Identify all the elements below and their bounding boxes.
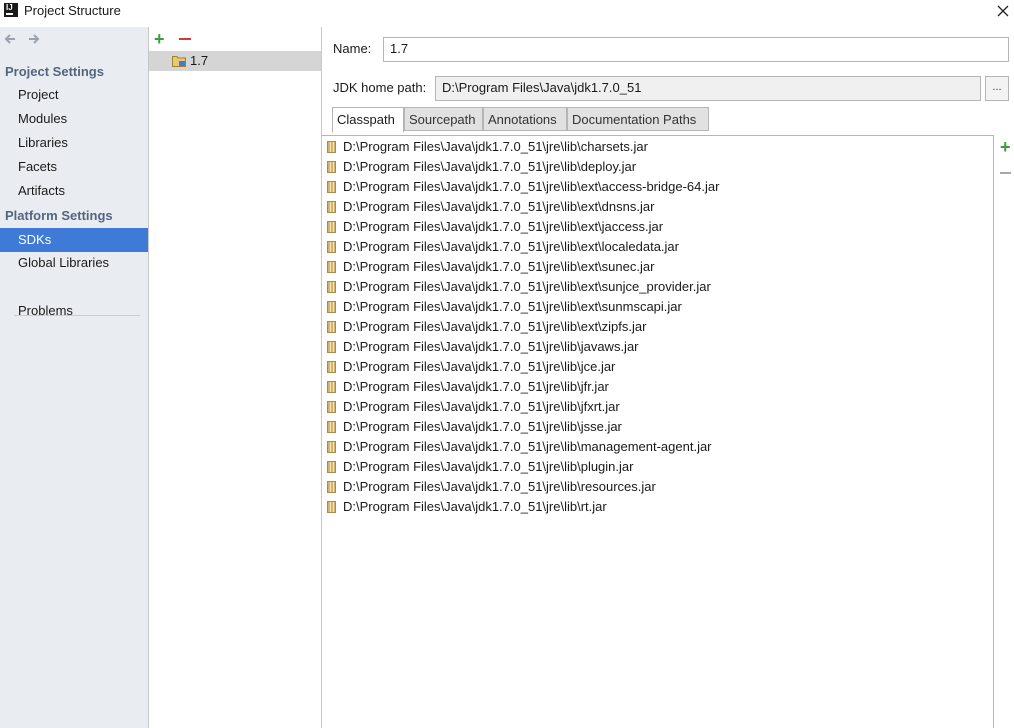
plus-icon: + bbox=[154, 29, 165, 49]
nav-item-sdks[interactable]: SDKs bbox=[0, 228, 148, 252]
classpath-entry-path: D:\Program Files\Java\jdk1.7.0_51\jre\li… bbox=[343, 159, 637, 174]
jdk-home-path-field[interactable]: D:\Program Files\Java\jdk1.7.0_51 bbox=[435, 76, 981, 101]
classpath-entry[interactable]: D:\Program Files\Java\jdk1.7.0_51\jre\li… bbox=[322, 317, 982, 337]
close-icon bbox=[997, 5, 1009, 17]
nav-item-modules[interactable]: Modules bbox=[0, 107, 148, 131]
classpath-entry-path: D:\Program Files\Java\jdk1.7.0_51\jre\li… bbox=[343, 259, 655, 274]
nav-arrows bbox=[0, 32, 60, 52]
classpath-entry-path: D:\Program Files\Java\jdk1.7.0_51\jre\li… bbox=[343, 199, 655, 214]
classpath-entry-path: D:\Program Files\Java\jdk1.7.0_51\jre\li… bbox=[343, 239, 679, 254]
jar-icon bbox=[327, 421, 336, 433]
nav-item-libraries[interactable]: Libraries bbox=[0, 131, 148, 155]
jar-icon bbox=[327, 241, 336, 253]
jar-icon bbox=[327, 341, 336, 353]
back-arrow-icon[interactable] bbox=[3, 32, 17, 49]
nav-item-global-libraries[interactable]: Global Libraries bbox=[0, 251, 148, 275]
tab-sourcepath[interactable]: Sourcepath bbox=[404, 107, 483, 131]
nav-item-project[interactable]: Project bbox=[0, 83, 148, 107]
classpath-entry[interactable]: D:\Program Files\Java\jdk1.7.0_51\jre\li… bbox=[322, 137, 982, 157]
jar-icon bbox=[327, 181, 336, 193]
jdk-folder-icon bbox=[172, 56, 186, 67]
remove-classpath-button[interactable] bbox=[1000, 172, 1011, 174]
add-classpath-button[interactable]: + bbox=[1000, 138, 1011, 156]
jar-icon bbox=[327, 201, 336, 213]
tab-annotations[interactable]: Annotations bbox=[483, 107, 567, 131]
sdk-list-item-label: 1.7 bbox=[190, 53, 209, 68]
jar-icon bbox=[327, 501, 336, 513]
sdk-name-field[interactable]: 1.7 bbox=[383, 37, 1009, 62]
sdk-list-panel: + 1.7 bbox=[148, 27, 322, 728]
name-label: Name: bbox=[333, 41, 372, 56]
classpath-entry-path: D:\Program Files\Java\jdk1.7.0_51\jre\li… bbox=[343, 299, 682, 314]
browse-button[interactable]: ... bbox=[985, 76, 1009, 101]
jar-icon bbox=[327, 261, 336, 273]
classpath-side-toolbar: + bbox=[994, 135, 1014, 728]
jar-icon bbox=[327, 281, 336, 293]
classpath-entry[interactable]: D:\Program Files\Java\jdk1.7.0_51\jre\li… bbox=[322, 457, 982, 477]
classpath-entry[interactable]: D:\Program Files\Java\jdk1.7.0_51\jre\li… bbox=[322, 337, 982, 357]
classpath-entry-path: D:\Program Files\Java\jdk1.7.0_51\jre\li… bbox=[343, 339, 639, 354]
classpath-entry-path: D:\Program Files\Java\jdk1.7.0_51\jre\li… bbox=[343, 379, 609, 394]
classpath-entry[interactable]: D:\Program Files\Java\jdk1.7.0_51\jre\li… bbox=[322, 177, 982, 197]
jar-icon bbox=[327, 321, 336, 333]
classpath-entry[interactable]: D:\Program Files\Java\jdk1.7.0_51\jre\li… bbox=[322, 277, 982, 297]
window-title: Project Structure bbox=[24, 3, 121, 18]
title-bar: IJ Project Structure bbox=[0, 0, 1014, 22]
jdk-home-label: JDK home path: bbox=[333, 80, 427, 95]
jar-icon bbox=[327, 461, 336, 473]
classpath-entry[interactable]: D:\Program Files\Java\jdk1.7.0_51\jre\li… bbox=[322, 217, 982, 237]
classpath-entry[interactable]: D:\Program Files\Java\jdk1.7.0_51\jre\li… bbox=[322, 357, 982, 377]
forward-arrow-icon[interactable] bbox=[27, 32, 41, 49]
sdk-list-item[interactable]: 1.7 bbox=[149, 51, 321, 71]
classpath-entry-path: D:\Program Files\Java\jdk1.7.0_51\jre\li… bbox=[343, 439, 712, 454]
classpath-entry-path: D:\Program Files\Java\jdk1.7.0_51\jre\li… bbox=[343, 499, 607, 514]
classpath-entry-path: D:\Program Files\Java\jdk1.7.0_51\jre\li… bbox=[343, 479, 656, 494]
classpath-entry-path: D:\Program Files\Java\jdk1.7.0_51\jre\li… bbox=[343, 179, 720, 194]
classpath-entry[interactable]: D:\Program Files\Java\jdk1.7.0_51\jre\li… bbox=[322, 257, 982, 277]
classpath-entry-path: D:\Program Files\Java\jdk1.7.0_51\jre\li… bbox=[343, 279, 711, 294]
tab-documentation-paths[interactable]: Documentation Paths bbox=[567, 107, 709, 131]
classpath-entry[interactable]: D:\Program Files\Java\jdk1.7.0_51\jre\li… bbox=[322, 237, 982, 257]
classpath-entry[interactable]: D:\Program Files\Java\jdk1.7.0_51\jre\li… bbox=[322, 197, 982, 217]
remove-sdk-button[interactable] bbox=[179, 38, 191, 40]
project-settings-header: Project Settings bbox=[5, 64, 104, 79]
classpath-entry-path: D:\Program Files\Java\jdk1.7.0_51\jre\li… bbox=[343, 219, 664, 234]
classpath-entry[interactable]: D:\Program Files\Java\jdk1.7.0_51\jre\li… bbox=[322, 497, 982, 517]
jar-icon bbox=[327, 401, 336, 413]
classpath-entry-path: D:\Program Files\Java\jdk1.7.0_51\jre\li… bbox=[343, 419, 622, 434]
jar-icon bbox=[327, 161, 336, 173]
nav-item-problems[interactable]: Problems bbox=[0, 299, 148, 323]
classpath-entry[interactable]: D:\Program Files\Java\jdk1.7.0_51\jre\li… bbox=[322, 477, 982, 497]
nav-item-artifacts[interactable]: Artifacts bbox=[0, 179, 148, 203]
jar-icon bbox=[327, 381, 336, 393]
classpath-entry[interactable]: D:\Program Files\Java\jdk1.7.0_51\jre\li… bbox=[322, 377, 982, 397]
plus-icon: + bbox=[1000, 137, 1011, 157]
jar-icon bbox=[327, 361, 336, 373]
classpath-entry[interactable]: D:\Program Files\Java\jdk1.7.0_51\jre\li… bbox=[322, 297, 982, 317]
intellij-app-icon: IJ bbox=[4, 3, 18, 17]
classpath-entry-path: D:\Program Files\Java\jdk1.7.0_51\jre\li… bbox=[343, 139, 648, 154]
jar-icon bbox=[327, 481, 336, 493]
classpath-entry[interactable]: D:\Program Files\Java\jdk1.7.0_51\jre\li… bbox=[322, 417, 982, 437]
tab-classpath[interactable]: Classpath bbox=[332, 107, 404, 133]
jar-icon bbox=[327, 221, 336, 233]
classpath-entry-path: D:\Program Files\Java\jdk1.7.0_51\jre\li… bbox=[343, 399, 620, 414]
nav-item-facets[interactable]: Facets bbox=[0, 155, 148, 179]
jar-icon bbox=[327, 441, 336, 453]
classpath-entry[interactable]: D:\Program Files\Java\jdk1.7.0_51\jre\li… bbox=[322, 397, 982, 417]
classpath-entry-path: D:\Program Files\Java\jdk1.7.0_51\jre\li… bbox=[343, 359, 616, 374]
platform-settings-header: Platform Settings bbox=[5, 208, 113, 223]
add-sdk-button[interactable]: + bbox=[154, 30, 165, 48]
classpath-entry-path: D:\Program Files\Java\jdk1.7.0_51\jre\li… bbox=[343, 319, 647, 334]
sdk-list-toolbar: + bbox=[149, 27, 321, 51]
jar-icon bbox=[327, 301, 336, 313]
classpath-entry-path: D:\Program Files\Java\jdk1.7.0_51\jre\li… bbox=[343, 459, 634, 474]
classpath-entry[interactable]: D:\Program Files\Java\jdk1.7.0_51\jre\li… bbox=[322, 157, 982, 177]
settings-nav: Project Settings Project Modules Librari… bbox=[0, 27, 148, 728]
jar-icon bbox=[327, 141, 336, 153]
close-button[interactable] bbox=[992, 0, 1014, 22]
classpath-entry[interactable]: D:\Program Files\Java\jdk1.7.0_51\jre\li… bbox=[322, 437, 982, 457]
classpath-list: D:\Program Files\Java\jdk1.7.0_51\jre\li… bbox=[322, 135, 994, 728]
